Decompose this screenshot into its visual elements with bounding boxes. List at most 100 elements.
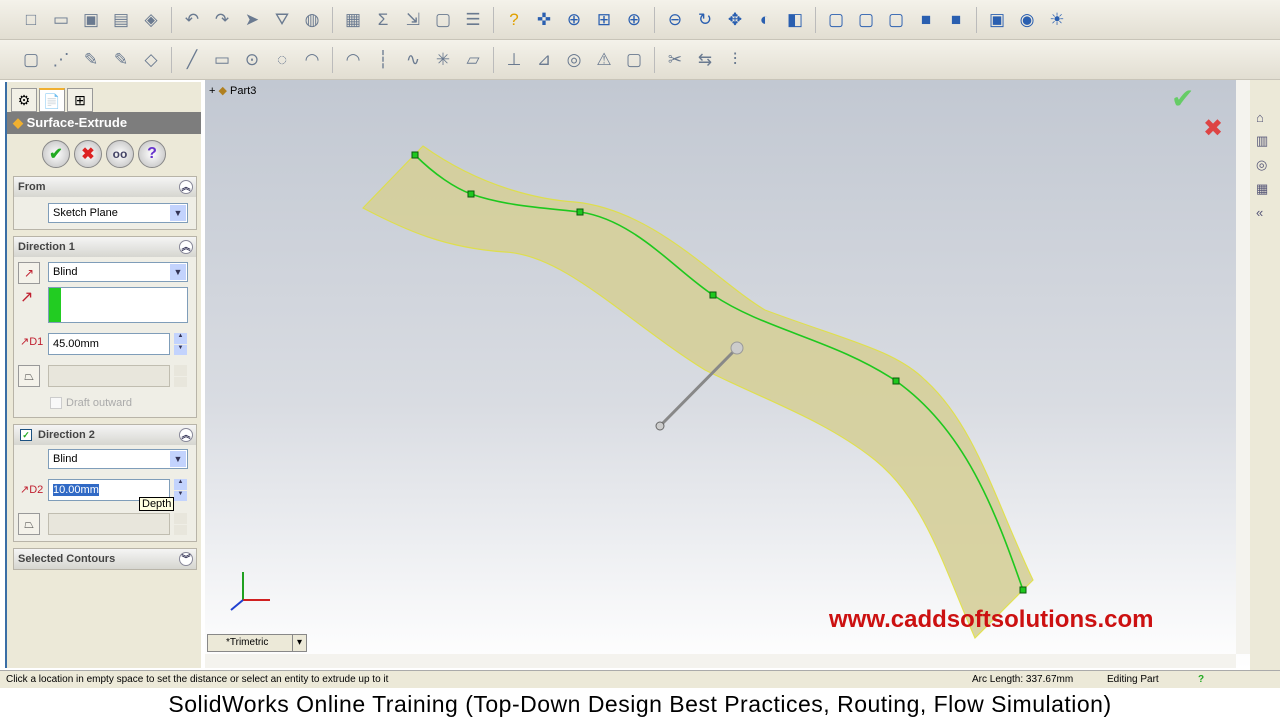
circle-icon[interactable]: ⊙ [239, 47, 265, 73]
draft-angle-input[interactable] [48, 365, 170, 387]
view-orientation-select[interactable]: *Trimetric ▾ [207, 634, 307, 652]
task-pane-tabs[interactable]: ⌂ ▥ ◎ ▦ « [1250, 80, 1280, 670]
convert-icon[interactable]: ▢ [621, 47, 647, 73]
sheet-icon[interactable]: ▢ [430, 7, 456, 33]
trim-icon[interactable]: ✂ [662, 47, 688, 73]
draft-spinner[interactable] [174, 365, 187, 387]
collapse-icon[interactable]: ︽ [179, 240, 193, 254]
arc-icon[interactable]: ◌ [269, 47, 295, 73]
view-orientation-icon[interactable]: ✜ [531, 7, 557, 33]
sketch-icon[interactable]: ▢ [18, 47, 44, 73]
filter-icon[interactable]: ⛛ [269, 7, 295, 33]
vertical-scrollbar[interactable] [1236, 80, 1250, 654]
collapse-icon[interactable]: ︽ [179, 180, 193, 194]
mirror-icon[interactable]: ⫶ [722, 47, 748, 73]
expand-icon[interactable]: ︾ [179, 552, 193, 566]
list-icon[interactable]: ☰ [460, 7, 486, 33]
direction-arrow-icon: ↗ [20, 289, 34, 306]
from-group: From ︽ Sketch Plane ▼ [13, 176, 197, 230]
dimension-icon[interactable]: ⇲ [400, 7, 426, 33]
collapse-icon[interactable]: ︽ [179, 428, 193, 442]
rectangle-icon[interactable]: ▭ [209, 47, 235, 73]
offset-icon[interactable]: ◎ [561, 47, 587, 73]
wireframe-icon[interactable]: ▢ [823, 7, 849, 33]
zoom-area-icon[interactable]: ⊞ [591, 7, 617, 33]
help-button[interactable]: ? [138, 140, 166, 168]
draft-angle-2-input[interactable] [48, 513, 170, 535]
tangent-arc-icon[interactable]: ◠ [299, 47, 325, 73]
confirm-ok-icon[interactable]: ✔ [1171, 82, 1194, 115]
explorer-icon: ◎ [1256, 157, 1268, 172]
print-icon[interactable]: ▤ [108, 7, 134, 33]
depth-d2-spinner[interactable]: ▲ ▼ [174, 479, 187, 501]
hidden-removed-icon[interactable]: ▢ [883, 7, 909, 33]
zoom-fit-icon[interactable]: ⊕ [561, 7, 587, 33]
configuration-manager-tab[interactable]: ⊞ [67, 88, 93, 112]
horizontal-scrollbar[interactable] [205, 654, 1236, 668]
draft-2-spinner[interactable] [174, 513, 187, 535]
save-icon[interactable]: ▣ [78, 7, 104, 33]
centerline-icon[interactable]: ┆ [370, 47, 396, 73]
direction-vector-box[interactable] [48, 287, 188, 323]
cancel-button[interactable]: ✖ [74, 140, 102, 168]
confirm-cancel-icon[interactable]: ✖ [1203, 114, 1223, 143]
line-icon[interactable]: ╱ [179, 47, 205, 73]
undo-icon[interactable]: ↶ [179, 7, 205, 33]
depth-d1-spinner[interactable]: ▲ ▼ [174, 333, 187, 355]
video-caption: SolidWorks Online Training (Top-Down Des… [0, 688, 1280, 720]
draft-outward-checkbox[interactable] [50, 397, 62, 409]
zoom-out-icon[interactable]: ⊖ [662, 7, 688, 33]
property-manager-tab[interactable]: 📄 [39, 88, 65, 112]
hidden-lines-icon[interactable]: ▢ [853, 7, 879, 33]
help-icon[interactable]: ? [1198, 671, 1204, 688]
help-icon[interactable]: ? [501, 7, 527, 33]
select-icon[interactable]: ➤ [239, 7, 265, 33]
zoom-in-icon[interactable]: ⊕ [621, 7, 647, 33]
options-icon[interactable]: ◈ [138, 7, 164, 33]
from-select[interactable]: Sketch Plane ▼ [48, 203, 188, 223]
3d-icon[interactable]: ◐ [752, 7, 778, 33]
feature-manager-tab[interactable]: ⚙ [11, 88, 37, 112]
ok-button[interactable]: ✔ [42, 140, 70, 168]
grid-icon[interactable]: ▦ [340, 7, 366, 33]
sigma-icon[interactable]: Σ [370, 7, 396, 33]
plane-icon[interactable]: ▱ [460, 47, 486, 73]
end-condition-2-select[interactable]: Blind ▼ [48, 449, 188, 469]
depth-d2-icon: ↗D2 [20, 484, 44, 496]
graphics-area[interactable]: + ◆ Part3 ✔ ✖ www.caddsoftsolutions.com … [205, 80, 1250, 668]
chevron-down-icon: ▼ [170, 205, 186, 221]
3d-sketch-icon[interactable]: ✎ [108, 47, 134, 73]
fix-icon[interactable]: ⊥ [501, 47, 527, 73]
open-icon[interactable]: ▭ [48, 7, 74, 33]
smart-dimension-icon[interactable]: ⋰ [48, 47, 74, 73]
relation-icon[interactable]: ⊿ [531, 47, 557, 73]
pencil-icon[interactable]: ✎ [78, 47, 104, 73]
perspective-icon[interactable]: ▣ [984, 7, 1010, 33]
redo-icon[interactable]: ↷ [209, 7, 235, 33]
spline-icon[interactable]: ∿ [400, 47, 426, 73]
lights-icon[interactable]: ☀ [1044, 7, 1070, 33]
section-view-icon[interactable]: ◧ [782, 7, 808, 33]
depth-d1-input[interactable]: 45.00mm [48, 333, 170, 355]
draft-2-button[interactable]: ⏢ [18, 513, 40, 535]
shaded-icon[interactable]: ■ [943, 7, 969, 33]
extend-icon[interactable]: ⇆ [692, 47, 718, 73]
realview-icon[interactable]: ◉ [1014, 7, 1040, 33]
three-point-arc-icon[interactable]: ◠ [340, 47, 366, 73]
pan-icon[interactable]: ✥ [722, 7, 748, 33]
direction2-checkbox[interactable]: ✓ [20, 429, 32, 441]
chevron-down-icon: ▼ [170, 264, 186, 280]
selected-contours-group[interactable]: Selected Contours ︾ [13, 548, 197, 570]
reverse-direction-button[interactable]: ↗ [18, 262, 40, 284]
new-icon[interactable]: □ [18, 7, 44, 33]
point-icon[interactable]: ✳ [430, 47, 456, 73]
rotate-icon[interactable]: ↻ [692, 7, 718, 33]
draft-button[interactable]: ⏢ [18, 365, 40, 387]
rebuild-icon[interactable]: ◍ [299, 7, 325, 33]
warning-icon[interactable]: ⚠ [591, 47, 617, 73]
preview-button[interactable]: oo [106, 140, 134, 168]
end-condition-select[interactable]: Blind ▼ [48, 262, 188, 282]
chevron-down-icon: ▾ [292, 635, 306, 651]
eraser-icon[interactable]: ◇ [138, 47, 164, 73]
shaded-edges-icon[interactable]: ■ [913, 7, 939, 33]
